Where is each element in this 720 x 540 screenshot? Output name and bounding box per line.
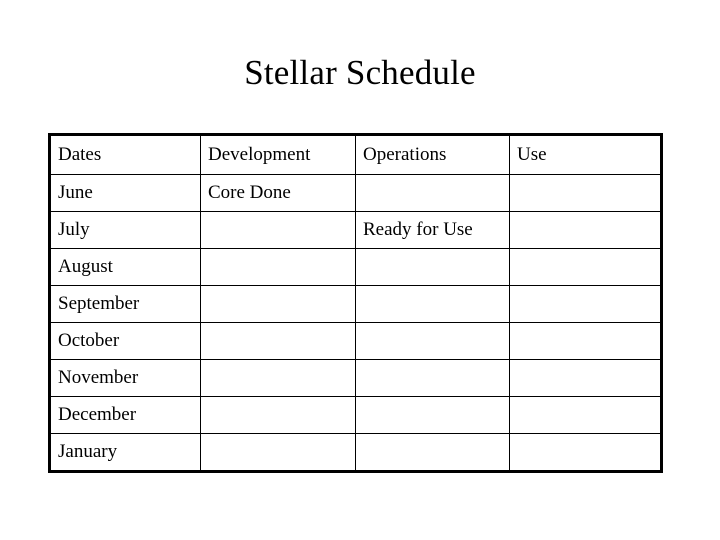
cell-dates: August xyxy=(49,248,201,286)
cell-development xyxy=(200,433,356,472)
table-row: August xyxy=(49,248,662,286)
cell-use xyxy=(509,433,662,472)
cell-development xyxy=(200,359,356,397)
cell-use xyxy=(509,396,662,434)
table-row: November xyxy=(49,359,662,397)
page-title: Stellar Schedule xyxy=(244,53,476,92)
cell-dates: December xyxy=(49,396,201,434)
cell-operations: Ready for Use xyxy=(355,211,510,249)
column-header-operations: Operations xyxy=(355,134,510,175)
cell-use xyxy=(509,322,662,360)
cell-dates: January xyxy=(49,433,201,472)
cell-development xyxy=(200,211,356,249)
cell-use xyxy=(509,359,662,397)
cell-operations xyxy=(355,285,510,323)
table-row: July Ready for Use xyxy=(49,211,662,249)
cell-use xyxy=(509,211,662,249)
table-row: January xyxy=(49,433,662,472)
slide-canvas: Stellar Schedule Dates Development Opera… xyxy=(0,0,720,540)
cell-development xyxy=(200,248,356,286)
table-row: October xyxy=(49,322,662,360)
cell-operations xyxy=(355,174,510,212)
schedule-table-body: Dates Development Operations Use June Co… xyxy=(49,134,662,472)
cell-development xyxy=(200,396,356,434)
cell-use xyxy=(509,248,662,286)
cell-development xyxy=(200,285,356,323)
cell-dates: September xyxy=(49,285,201,323)
cell-operations xyxy=(355,433,510,472)
cell-operations xyxy=(355,248,510,286)
cell-operations xyxy=(355,322,510,360)
column-header-dates: Dates xyxy=(49,134,201,175)
cell-development: Core Done xyxy=(200,174,356,212)
cell-operations xyxy=(355,396,510,434)
cell-operations xyxy=(355,359,510,397)
cell-dates: November xyxy=(49,359,201,397)
column-header-use: Use xyxy=(509,134,662,175)
schedule-table-container: Dates Development Operations Use June Co… xyxy=(48,133,663,473)
cell-use xyxy=(509,285,662,323)
cell-use xyxy=(509,174,662,212)
table-row: June Core Done xyxy=(49,174,662,212)
table-row: September xyxy=(49,285,662,323)
table-header-row: Dates Development Operations Use xyxy=(49,134,662,175)
cell-dates: October xyxy=(49,322,201,360)
cell-development xyxy=(200,322,356,360)
cell-dates: June xyxy=(49,174,201,212)
schedule-table: Dates Development Operations Use June Co… xyxy=(48,133,663,473)
cell-dates: July xyxy=(49,211,201,249)
column-header-development: Development xyxy=(200,134,356,175)
table-row: December xyxy=(49,396,662,434)
